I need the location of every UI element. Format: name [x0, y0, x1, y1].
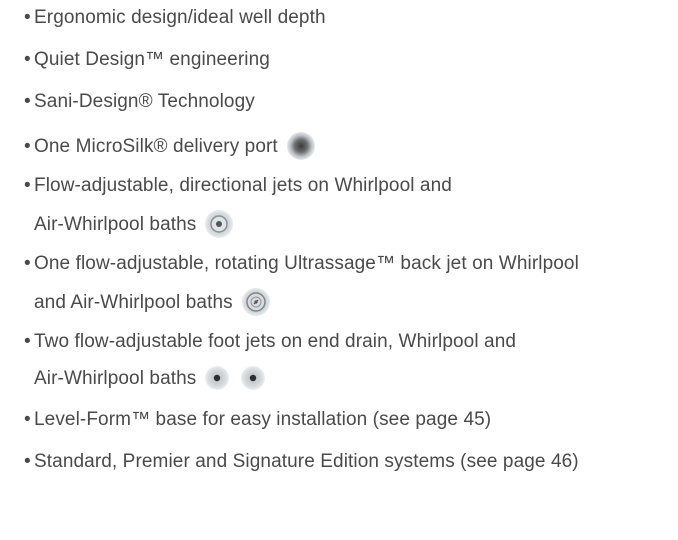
list-item-text: Quiet Design™ engineering: [34, 49, 270, 70]
list-item-quiet-design: • Quiet Design™ engineering: [24, 48, 270, 84]
list-item-level-form-base: • Level-Form™ base for easy installation …: [24, 408, 491, 444]
list-item-text: One flow-adjustable, rotating Ultrassage…: [34, 253, 579, 274]
list-item-line: Air-Whirlpool baths: [24, 210, 452, 246]
list-item-line: • Sani-Design® Technology: [24, 90, 255, 126]
list-item-line: • Quiet Design™ engineering: [24, 48, 270, 84]
microsilk-port-icon: [286, 131, 316, 161]
list-item-ergonomic-design: • Ergonomic design/ideal well depth: [24, 6, 326, 42]
directional-jet-icon: [204, 209, 234, 239]
list-item-text: Two flow-adjustable foot jets on end dra…: [34, 331, 517, 352]
foot-jet-icon: [204, 365, 230, 391]
bullet: •: [24, 409, 31, 430]
bullet: •: [24, 175, 31, 196]
list-item-text: Air-Whirlpool baths: [34, 368, 197, 390]
bullet: •: [24, 331, 31, 352]
list-item-line: • Level-Form™ base for easy installation …: [24, 408, 491, 444]
list-item-text: Sani-Design® Technology: [34, 91, 255, 112]
list-item-directional-jets: • Flow-adjustable, directional jets on Wh…: [24, 174, 452, 246]
list-item-text: Level-Form™ base for easy installation (…: [34, 409, 492, 430]
list-item-text: Flow-adjustable, directional jets on Whi…: [34, 175, 452, 196]
list-item-line: and Air-Whirlpool baths: [24, 288, 579, 324]
foot-jet-icon: [240, 365, 266, 391]
list-item-text: Standard, Premier and Signature Edition …: [34, 451, 579, 472]
list-item-line: Air-Whirlpool baths: [24, 366, 516, 402]
list-item-foot-jets: • Two flow-adjustable foot jets on end dr…: [24, 330, 516, 402]
bullet: •: [24, 136, 31, 158]
list-item-edition-systems: • Standard, Premier and Signature Edition…: [24, 450, 579, 486]
feature-list: • Ergonomic design/ideal well depth • Quie…: [0, 0, 678, 540]
list-item-line: • Flow-adjustable, directional jets on Wh…: [24, 174, 452, 210]
list-item-ultrassage-jet: • One flow-adjustable, rotating Ultrassag…: [24, 252, 579, 324]
bullet: •: [24, 253, 31, 274]
bullet: •: [24, 451, 31, 472]
list-item-line: • One MicroSilk® delivery port: [24, 132, 316, 168]
bullet: •: [24, 7, 31, 28]
list-item-text: Air-Whirlpool baths: [34, 214, 197, 236]
list-item-text: Ergonomic design/ideal well depth: [34, 7, 326, 28]
ultrassage-back-jet-icon: [241, 287, 271, 317]
list-item-microsilk: • One MicroSilk® delivery port: [24, 132, 316, 168]
list-item-line: • Two flow-adjustable foot jets on end dr…: [24, 330, 516, 366]
list-item-line: • Ergonomic design/ideal well depth: [24, 6, 326, 42]
list-item-line: • Standard, Premier and Signature Edition…: [24, 450, 579, 486]
list-item-sani-design: • Sani-Design® Technology: [24, 90, 255, 126]
bullet: •: [24, 91, 31, 112]
list-item-text: and Air-Whirlpool baths: [34, 292, 233, 314]
bullet: •: [24, 49, 31, 70]
list-item-text: One MicroSilk® delivery port: [34, 136, 278, 158]
list-item-line: • One flow-adjustable, rotating Ultrassag…: [24, 252, 579, 288]
